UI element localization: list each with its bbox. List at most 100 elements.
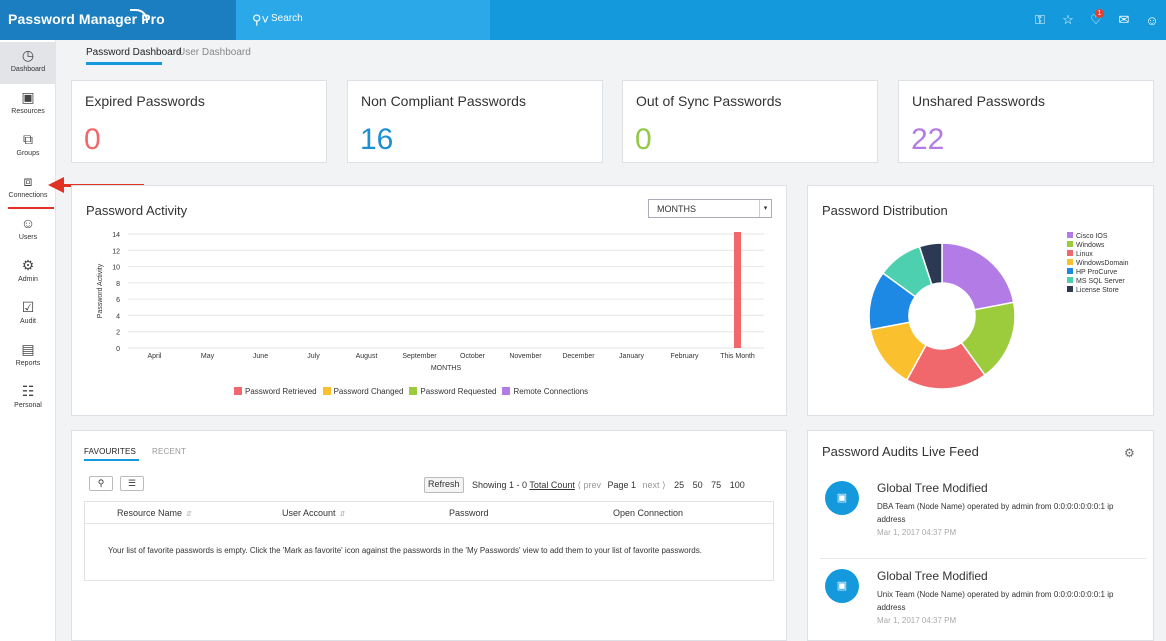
sidebar-item-label: Personal xyxy=(14,402,42,409)
total-count-link[interactable]: Total Count xyxy=(529,480,575,490)
bar xyxy=(734,232,741,348)
search-icon: ⚲˅ xyxy=(252,12,270,27)
legend-label: WindowsDomain xyxy=(1076,260,1129,267)
page-size-option[interactable]: 75 xyxy=(711,480,721,490)
sort-icon: ⇵ xyxy=(339,511,346,518)
star-icon[interactable]: ☆ xyxy=(1054,0,1082,40)
stat-title: Non Compliant Passwords xyxy=(361,93,526,109)
showing-label: Showing 1 - 0 xyxy=(472,480,528,490)
tree-node-icon: ▣ xyxy=(825,569,859,603)
feed-item-timestamp: Mar 1, 2017 04:37 PM xyxy=(877,528,957,537)
user-icon[interactable]: ☺ xyxy=(1138,0,1166,40)
gear-icon[interactable]: ⚙ xyxy=(1124,446,1135,460)
key-icon[interactable]: ⚿ xyxy=(1026,0,1054,40)
bell-icon[interactable]: ♡ 1 xyxy=(1082,0,1110,40)
mail-icon[interactable]: ✉ xyxy=(1110,0,1138,40)
legend-label: Remote Connections xyxy=(513,387,589,396)
legend-swatch xyxy=(1067,286,1073,292)
sidebar-item-admin[interactable]: ⚙ Admin xyxy=(0,252,56,294)
sidebar-item-resources[interactable]: ▣ Resources xyxy=(0,84,56,126)
sidebar-item-personal[interactable]: ☷ Personal xyxy=(0,378,56,420)
feed-item-title: Global Tree Modified xyxy=(877,569,988,583)
column-chooser-button[interactable]: ☰ xyxy=(120,476,144,491)
sidebar-item-label: Groups xyxy=(16,150,40,157)
password-distribution-panel: Password Distribution Cisco IOS Windows … xyxy=(807,185,1154,416)
sidebar-item-users[interactable]: ☺ Users xyxy=(0,210,56,252)
x-tick-label: January xyxy=(619,353,644,360)
page-size-option[interactable]: 25 xyxy=(674,480,684,490)
sidebar-item-label: Users xyxy=(18,234,38,241)
column-header-resource-name[interactable]: Resource Name ⇵ xyxy=(117,508,192,518)
bar-chart-icon: ▤ xyxy=(21,341,35,357)
search-button[interactable]: ⚲ xyxy=(89,476,113,491)
feed-item: ▣ Global Tree Modified Unix Team (Node N… xyxy=(808,559,1160,641)
top-icon-bar: ⚿ ☆ ♡ 1 ✉ ☺ xyxy=(1026,0,1166,40)
sidebar-item-audit[interactable]: ☑ Audit xyxy=(0,294,56,336)
list-icon: ☰ xyxy=(127,478,137,488)
stat-card-non-compliant[interactable]: Non Compliant Passwords 16 xyxy=(347,80,603,163)
legend-swatch xyxy=(1067,268,1073,274)
tab-favourites[interactable]: FAVOURITES xyxy=(84,447,136,456)
search-icon: ⚲ xyxy=(97,478,105,488)
password-activity-chart: 0 2 4 6 8 10 12 14 April May June July August Septemb… xyxy=(97,232,764,372)
groups-icon: ⧉ xyxy=(23,131,33,147)
search-label: Search xyxy=(271,13,303,24)
column-header-user-account[interactable]: User Account ⇵ xyxy=(282,508,345,518)
feed-item: ▣ Global Tree Modified DBA Team (Node Na… xyxy=(808,471,1160,553)
stat-value: 22 xyxy=(911,123,945,156)
page-size-option[interactable]: 50 xyxy=(693,480,703,490)
column-header-label: User Account xyxy=(282,508,336,518)
sidebar-item-label: Reports xyxy=(15,360,41,367)
stat-card-out-of-sync[interactable]: Out of Sync Passwords 0 xyxy=(622,80,878,163)
sidebar-item-label: Admin xyxy=(18,276,38,283)
favourites-panel: FAVOURITES RECENT ⚲ ☰ Refresh Showing 1 … xyxy=(71,430,787,641)
x-tick-label: December xyxy=(562,353,595,360)
column-header-password: Password xyxy=(449,508,489,518)
page-indicator: Page 1 xyxy=(607,480,637,490)
sidebar-item-reports[interactable]: ▤ Reports xyxy=(0,336,56,378)
sidebar-item-label: Resources xyxy=(11,108,45,115)
brand-logo[interactable]: Password Manager Pro xyxy=(0,0,236,40)
sidebar-item-label: Audit xyxy=(20,318,36,325)
column-header-open-connection: Open Connection xyxy=(613,508,684,518)
next-page-button[interactable]: next xyxy=(643,480,660,490)
address-book-icon: ☷ xyxy=(21,383,35,399)
distribution-legend: Cisco IOS Windows Linux WindowsDomain HP… xyxy=(1067,232,1129,295)
feed-item-description: DBA Team (Node Name) operated by admin f… xyxy=(877,502,1114,524)
x-tick-label: August xyxy=(356,353,378,360)
legend-label: Password Requested xyxy=(420,387,497,396)
annotation-arrow-head xyxy=(48,177,64,193)
legend-item: WindowsDomain xyxy=(1067,259,1129,268)
legend-label: Linux xyxy=(1076,251,1093,258)
legend-item: Password Retrieved xyxy=(234,387,317,396)
active-tab-indicator xyxy=(86,62,162,65)
prev-page-button[interactable]: prev xyxy=(583,480,601,490)
page-size-option[interactable]: 100 xyxy=(730,480,745,490)
legend-swatch xyxy=(1067,232,1073,238)
chart-legend: Password Retrieved Password Changed Pass… xyxy=(234,387,588,396)
gear-icon: ⚙ xyxy=(21,257,35,273)
refresh-button[interactable]: Refresh xyxy=(424,477,464,493)
legend-swatch xyxy=(502,387,511,395)
legend-swatch xyxy=(1067,277,1073,283)
tab-recent[interactable]: RECENT xyxy=(152,447,186,456)
tab-password-dashboard[interactable]: Password Dashboard xyxy=(86,47,182,58)
sidebar-item-dashboard[interactable]: ◷ Dashboard xyxy=(0,42,56,84)
x-axis-label: MONTHS xyxy=(431,365,462,372)
clipboard-check-icon: ☑ xyxy=(21,299,35,315)
y-tick-label: 2 xyxy=(116,330,120,337)
y-tick-label: 12 xyxy=(112,248,120,255)
stat-card-expired[interactable]: Expired Passwords 0 xyxy=(71,80,327,163)
x-tick-label: This Month xyxy=(720,353,755,360)
legend-label: Password Changed xyxy=(333,387,404,396)
chevron-right-icon: ⟩ xyxy=(662,480,666,490)
stat-card-unshared[interactable]: Unshared Passwords 22 xyxy=(898,80,1154,163)
tab-user-dashboard[interactable]: User Dashboard xyxy=(178,47,251,58)
tree-node-icon: ▣ xyxy=(825,481,859,515)
sidebar-item-groups[interactable]: ⧉ Groups xyxy=(0,126,56,168)
x-tick-label: July xyxy=(307,353,320,360)
x-tick-label: November xyxy=(509,353,542,360)
search-bar[interactable]: ⚲˅ Search xyxy=(236,0,490,40)
feed-item-description: Unix Team (Node Name) operated by admin … xyxy=(877,590,1114,612)
table-header: Resource Name ⇵ User Account ⇵ Password Op… xyxy=(85,502,773,524)
